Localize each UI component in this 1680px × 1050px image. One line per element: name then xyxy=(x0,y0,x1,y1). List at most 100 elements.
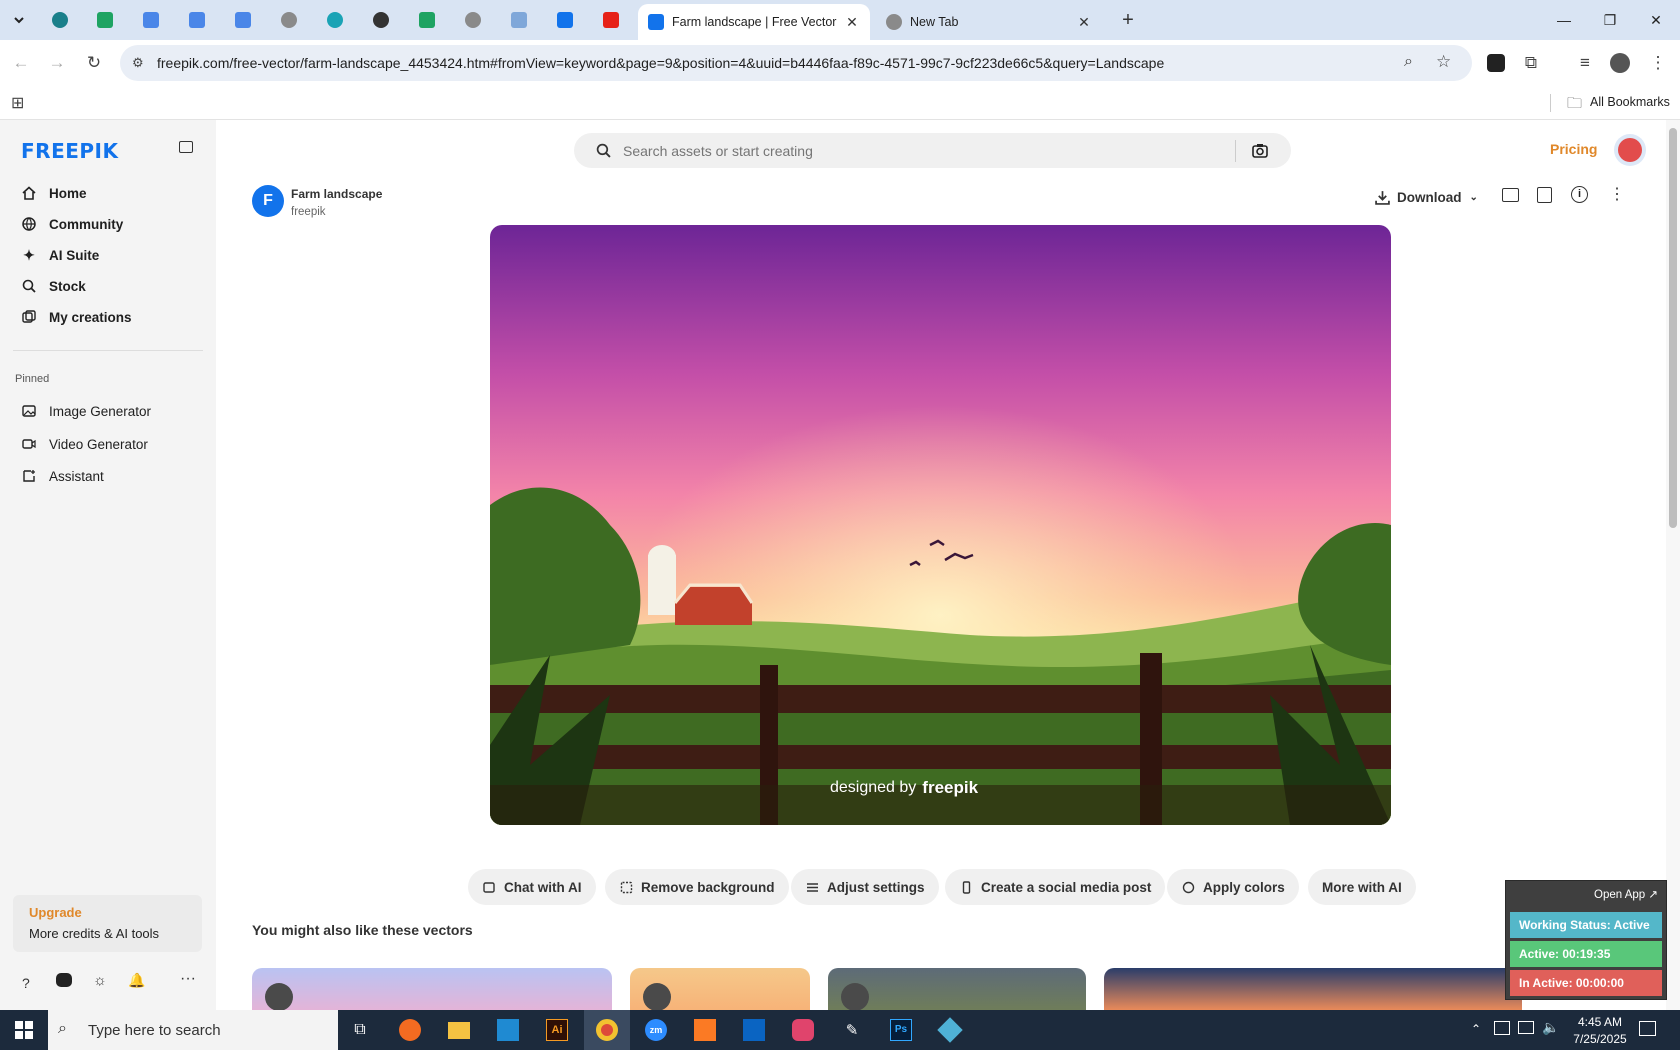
photoshop-icon[interactable]: Ps xyxy=(887,1016,915,1044)
download-button[interactable]: Download ⌄ xyxy=(1375,184,1478,210)
adjust-settings-button[interactable]: Adjust settings xyxy=(791,869,939,905)
save-to-collection-icon[interactable] xyxy=(1502,188,1519,202)
xampp-icon[interactable] xyxy=(691,1016,719,1044)
file-explorer-icon[interactable] xyxy=(445,1016,473,1044)
extension-f-icon[interactable] xyxy=(1480,47,1512,79)
open-app-link[interactable]: Open App ↗ xyxy=(1594,887,1658,901)
freepik-logo[interactable]: FREEPIK xyxy=(21,139,118,163)
theme-sun-icon[interactable]: ☼ xyxy=(93,972,107,989)
related-thumbnail[interactable] xyxy=(1104,968,1522,1010)
author-name[interactable]: freepik xyxy=(291,206,326,218)
pinned-tab-openai[interactable] xyxy=(369,8,393,32)
asset-preview-image[interactable]: designed by freepik xyxy=(490,225,1391,825)
site-info-icon[interactable]: ⚙ xyxy=(132,55,144,71)
address-bar[interactable]: ⚙ freepik.com/free-vector/farm-landscape… xyxy=(120,45,1472,81)
firefox-icon[interactable] xyxy=(396,1016,424,1044)
pen-tool-icon[interactable]: ✎ xyxy=(838,1016,866,1044)
tray-chevron-icon[interactable]: ⌃ xyxy=(1471,1022,1481,1036)
close-tab-icon[interactable]: ✕ xyxy=(844,14,860,30)
sidebar-item-ai-suite[interactable]: ✦ AI Suite xyxy=(21,244,99,266)
apply-colors-button[interactable]: Apply colors xyxy=(1167,869,1299,905)
sidebar-item-stock[interactable]: Stock xyxy=(21,275,86,297)
all-bookmarks-link[interactable]: All Bookmarks xyxy=(1590,95,1670,109)
new-tab-plus-icon[interactable]: + xyxy=(1116,8,1140,32)
close-window-icon[interactable]: ✕ xyxy=(1633,0,1679,40)
url-text[interactable]: freepik.com/free-vector/farm-landscape_4… xyxy=(157,55,1164,71)
pinned-tab-app[interactable] xyxy=(323,8,347,32)
restore-icon[interactable]: ❐ xyxy=(1587,0,1633,40)
extensions-puzzle-icon[interactable]: ⧉ xyxy=(1515,47,1547,79)
discord-icon[interactable] xyxy=(56,973,72,987)
zoom-app-icon[interactable]: zm xyxy=(642,1016,670,1044)
clock-time[interactable]: 4:45 AM xyxy=(1562,1015,1638,1029)
tab-farm-landscape[interactable]: Farm landscape | Free Vector ✕ xyxy=(638,4,870,40)
close-tab-icon[interactable]: ✕ xyxy=(1076,14,1092,30)
media-controls-icon[interactable]: ≡ xyxy=(1569,47,1601,79)
illustrator-icon[interactable]: Ai xyxy=(543,1016,571,1044)
profile-avatar-icon[interactable] xyxy=(1604,47,1636,79)
edit-image-icon[interactable] xyxy=(1537,187,1552,203)
info-icon[interactable]: i xyxy=(1571,186,1588,203)
pinned-tab-grid[interactable] xyxy=(507,8,531,32)
scrollbar-thumb[interactable] xyxy=(1669,128,1677,528)
chat-with-ai-button[interactable]: Chat with AI xyxy=(468,869,596,905)
help-icon[interactable]: ? xyxy=(22,975,30,991)
task-view-icon[interactable]: ⧉ xyxy=(346,1016,374,1044)
tray-app-icon[interactable] xyxy=(1494,1021,1510,1035)
outlook-icon[interactable] xyxy=(740,1016,768,1044)
pinned-tab-docs-1[interactable] xyxy=(139,8,163,32)
pinned-tab-sheets[interactable] xyxy=(93,8,117,32)
notifications-bell-icon[interactable]: 🔔 xyxy=(128,972,145,989)
remove-background-button[interactable]: Remove background xyxy=(605,869,789,905)
windows-start-icon[interactable] xyxy=(10,1016,38,1044)
sidebar-item-image-generator[interactable]: Image Generator xyxy=(21,400,151,422)
sidebar-item-home[interactable]: Home xyxy=(21,182,87,204)
pricing-link[interactable]: Pricing xyxy=(1550,141,1597,157)
notification-center-icon[interactable] xyxy=(1639,1021,1656,1036)
pinned-tab-freepik[interactable] xyxy=(553,8,577,32)
network-icon[interactable] xyxy=(1518,1021,1534,1034)
pinned-tab-docs-2[interactable] xyxy=(185,8,209,32)
related-thumbnail[interactable] xyxy=(252,968,612,1010)
related-thumbnail[interactable] xyxy=(630,968,810,1010)
more-options-icon[interactable]: ··· xyxy=(180,970,196,988)
search-input[interactable] xyxy=(623,140,1223,162)
tab-search-icon[interactable] xyxy=(7,8,31,32)
page-scrollbar[interactable] xyxy=(1666,120,1680,1010)
pinned-tab-globe-2[interactable] xyxy=(461,8,485,32)
collapse-sidebar-icon[interactable] xyxy=(179,141,193,153)
sidebar-item-video-generator[interactable]: Video Generator xyxy=(21,433,148,455)
upgrade-card[interactable]: Upgrade More credits & AI tools xyxy=(13,895,202,952)
user-avatar[interactable] xyxy=(1614,134,1646,166)
more-with-ai-button[interactable]: More with AI xyxy=(1308,869,1416,905)
bookmark-star-icon[interactable]: ☆ xyxy=(1436,52,1451,72)
chrome-menu-icon[interactable]: ⋮ xyxy=(1642,47,1674,79)
clock-date[interactable]: 7/25/2025 xyxy=(1562,1032,1638,1046)
create-social-post-button[interactable]: Create a social media post xyxy=(945,869,1166,905)
more-icon[interactable]: ⋮ xyxy=(1609,184,1625,204)
back-icon[interactable]: ← xyxy=(5,47,37,79)
app-diamond-icon[interactable] xyxy=(936,1016,964,1044)
pinned-tab-docs-3[interactable] xyxy=(231,8,255,32)
author-avatar[interactable]: F xyxy=(252,185,284,217)
sidebar-item-my-creations[interactable]: My creations xyxy=(21,306,132,328)
chrome-icon[interactable] xyxy=(593,1016,621,1044)
sidebar-item-community[interactable]: Community xyxy=(21,213,123,235)
search-bar[interactable] xyxy=(574,133,1291,168)
minimize-icon[interactable]: — xyxy=(1541,0,1587,40)
vscode-icon[interactable] xyxy=(494,1016,522,1044)
tab-new-tab[interactable]: New Tab ✕ xyxy=(876,4,1102,40)
pinned-tab-youtube[interactable] xyxy=(599,8,623,32)
pinned-tab-sheets-2[interactable] xyxy=(415,8,439,32)
camera-icon[interactable] xyxy=(1252,143,1268,158)
pinned-tab-1[interactable] xyxy=(48,8,72,32)
related-thumbnail[interactable] xyxy=(828,968,1086,1010)
sidebar-item-assistant[interactable]: Assistant xyxy=(21,465,104,487)
apps-grid-icon[interactable]: ⊞ xyxy=(11,93,24,113)
creative-cloud-icon[interactable] xyxy=(789,1016,817,1044)
zoom-icon[interactable]: ⌕ xyxy=(1404,53,1413,71)
pinned-tab-globe-1[interactable] xyxy=(277,8,301,32)
taskbar-search-box[interactable]: ⌕ Type here to search xyxy=(48,1010,338,1050)
reload-icon[interactable]: ↻ xyxy=(78,47,110,79)
volume-icon[interactable]: 🔈 xyxy=(1542,1019,1559,1036)
